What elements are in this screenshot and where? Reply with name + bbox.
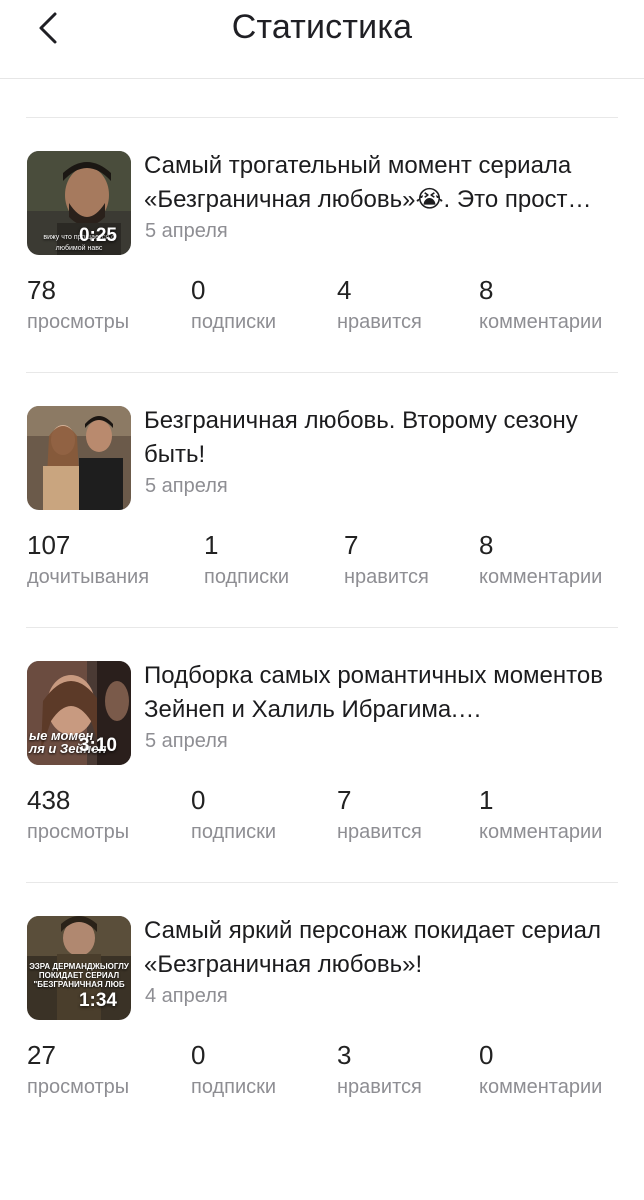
stat-subscriptions: 0 подписки — [191, 785, 276, 845]
stat-label: нравится — [337, 311, 422, 333]
stat-label: нравится — [337, 1076, 422, 1098]
stat-value: 1 — [204, 530, 219, 560]
stat-label: просмотры — [27, 821, 130, 843]
video-duration: 0:25 — [78, 225, 117, 246]
stat-label: комментарии — [479, 821, 603, 843]
stat-reads: 107 дочитывания — [27, 530, 149, 590]
stat-comments: 0 комментарии — [479, 1040, 602, 1100]
stat-value: 0 — [191, 1040, 206, 1070]
stat-value: 8 — [479, 275, 494, 305]
stat-value: 0 — [191, 275, 206, 305]
post-card[interactable]: ЭЗРА ДЕРМАНДЖЫОГЛУ ПОКИДАЕТ СЕРИАЛ "БЕЗГ… — [0, 882, 644, 1138]
stat-value: 3 — [337, 1040, 352, 1070]
post-date: 4 апреля — [145, 985, 228, 1007]
stat-label: подписки — [191, 821, 277, 843]
stat-label: подписки — [191, 1076, 277, 1098]
clipped-previous-stats — [0, 64, 644, 78]
stat-label: комментарии — [479, 1076, 603, 1098]
video-duration: 3:10 — [78, 735, 117, 756]
stat-label: подписки — [191, 311, 277, 333]
post-date: 5 апреля — [145, 475, 228, 497]
post-thumbnail[interactable]: ые момен ля и Зейнеп 3:10 — [27, 661, 131, 765]
post-thumbnail[interactable]: ЭЗРА ДЕРМАНДЖЫОГЛУ ПОКИДАЕТ СЕРИАЛ "БЕЗГ… — [27, 916, 131, 1020]
stat-likes: 7 нравится — [344, 530, 429, 590]
stat-value: 0 — [479, 1040, 494, 1070]
stat-label: комментарии — [479, 566, 603, 588]
stat-value: 7 — [344, 530, 359, 560]
stat-value: 27 — [27, 1040, 56, 1070]
stat-subscriptions: 0 подписки — [191, 275, 276, 335]
post-card[interactable]: вижу что прощается с любимой навс 0:25 С… — [0, 117, 644, 373]
stat-label: дочитывания — [27, 566, 150, 588]
stat-label: нравится — [344, 566, 429, 588]
stat-label: нравится — [337, 821, 422, 843]
post-date: 5 апреля — [145, 730, 228, 752]
post-title[interactable]: Подборка самых романтичных моментов Зейн… — [144, 659, 632, 727]
stat-comments: 1 комментарии — [479, 785, 602, 845]
stat-value: 0 — [191, 785, 206, 815]
stat-views: 78 просмотры — [27, 275, 129, 335]
stat-subscriptions: 1 подписки — [204, 530, 289, 590]
post-card[interactable]: Безграничная любовь. Второму сезону быть… — [0, 372, 644, 628]
thumbnail-caption: ЭЗРА ДЕРМАНДЖЫОГЛУ ПОКИДАЕТ СЕРИАЛ "БЕЗГ… — [29, 962, 129, 989]
stat-likes: 3 нравится — [337, 1040, 422, 1100]
post-thumbnail[interactable]: вижу что прощается с любимой навс 0:25 — [27, 151, 131, 255]
post-date: 5 апреля — [145, 220, 228, 242]
post-title[interactable]: Самый трогательный момент сериала «Безгр… — [144, 149, 632, 217]
post-thumbnail[interactable] — [27, 406, 131, 510]
stat-value: 8 — [479, 530, 494, 560]
stat-views: 27 просмотры — [27, 1040, 129, 1100]
page-title: Статистика — [231, 8, 413, 46]
post-title[interactable]: Безграничная любовь. Второму сезону быть… — [144, 404, 632, 472]
video-duration: 1:34 — [78, 990, 117, 1011]
stat-value: 7 — [337, 785, 352, 815]
stat-value: 1 — [479, 785, 494, 815]
stat-likes: 7 нравится — [337, 785, 422, 845]
stat-label: просмотры — [27, 311, 130, 333]
stat-comments: 8 комментарии — [479, 530, 602, 590]
stat-subscriptions: 0 подписки — [191, 1040, 276, 1100]
stat-label: просмотры — [27, 1076, 130, 1098]
post-card[interactable]: ые момен ля и Зейнеп 3:10 Подборка самых… — [0, 627, 644, 883]
stat-likes: 4 нравится — [337, 275, 422, 335]
stat-value: 107 — [27, 530, 71, 560]
stat-comments: 8 комментарии — [479, 275, 602, 335]
stat-value: 78 — [27, 275, 56, 305]
thumbnail-image — [27, 406, 131, 510]
stat-label: подписки — [204, 566, 290, 588]
post-title[interactable]: Самый яркий персонаж покидает сериал «Бе… — [144, 914, 632, 982]
stat-value: 4 — [337, 275, 352, 305]
stat-value: 438 — [27, 785, 71, 815]
stat-views: 438 просмотры — [27, 785, 129, 845]
stat-label: комментарии — [479, 311, 603, 333]
